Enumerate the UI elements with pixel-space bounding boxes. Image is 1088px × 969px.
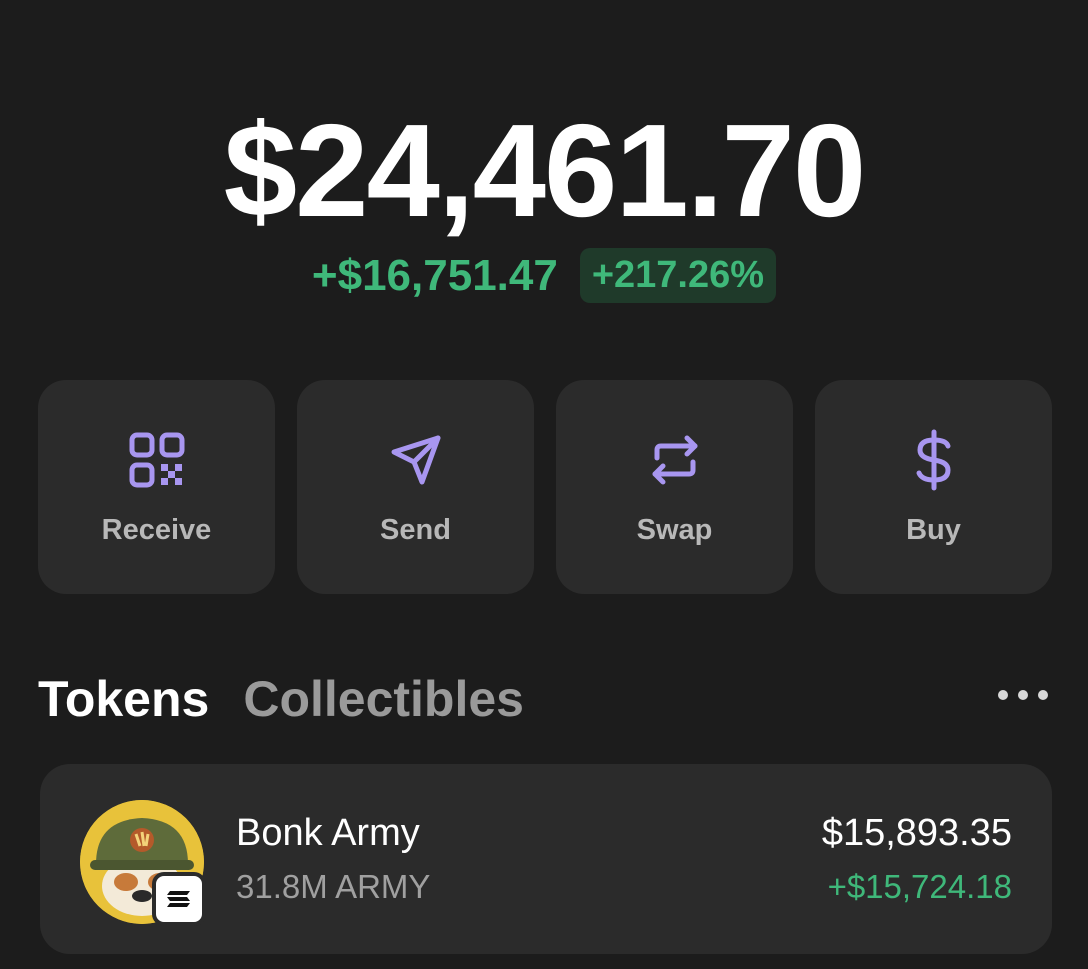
buy-button[interactable]: Buy (815, 380, 1052, 594)
receive-button[interactable]: Receive (38, 380, 275, 594)
swap-label: Swap (636, 513, 713, 546)
token-change: +$15,724.18 (827, 868, 1012, 905)
portfolio-change-percent-badge: +217.26% (579, 248, 777, 303)
qr-code-icon (125, 428, 189, 492)
more-dot-icon (1018, 690, 1028, 700)
solana-badge-icon (152, 872, 206, 926)
token-avatar-wrap (80, 800, 206, 926)
tab-tokens[interactable]: Tokens (38, 670, 209, 728)
portfolio-change-row: +$16,751.47 +217.26% (0, 248, 1088, 303)
token-value: $15,893.35 (821, 812, 1012, 854)
dollar-icon (902, 428, 966, 492)
more-dot-icon (998, 690, 1008, 700)
asset-tabs: Tokens Collectibles (38, 670, 524, 728)
send-label: Send (380, 513, 451, 546)
portfolio-change-amount: +$16,751.47 (311, 250, 558, 300)
more-dot-icon (1038, 690, 1048, 700)
token-name: Bonk Army (236, 812, 420, 854)
token-amount: 31.8M ARMY (236, 868, 431, 905)
token-row[interactable]: Bonk Army 31.8M ARMY $15,893.35 +$15,724… (40, 764, 1052, 954)
swap-arrows-icon (643, 428, 707, 492)
more-options-button[interactable] (998, 680, 1048, 710)
receive-label: Receive (101, 513, 212, 546)
portfolio-balance: $24,461.70 (223, 97, 867, 244)
send-arrow-icon (384, 428, 448, 492)
quick-actions: Receive Send Swap Buy (38, 380, 1052, 594)
send-button[interactable]: Send (297, 380, 534, 594)
swap-button[interactable]: Swap (556, 380, 793, 594)
tab-collectibles[interactable]: Collectibles (243, 670, 524, 728)
buy-label: Buy (906, 513, 961, 546)
